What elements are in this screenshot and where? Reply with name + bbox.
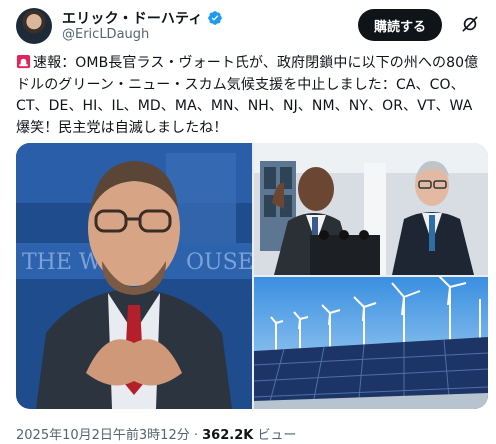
svg-text:OUSE: OUSE: [186, 250, 252, 275]
tweet-line-1: 速報：OMB長官ラス・ヴォート氏が、政府閉鎖中に以下の州への80億: [16, 53, 482, 75]
tweet-header: エリック・ドーハティ @EricLDaugh 購読する: [16, 8, 480, 48]
author-handle[interactable]: @EricLDaugh: [62, 27, 149, 42]
author-display-name[interactable]: エリック・ドーハティ: [62, 8, 203, 28]
subscribe-button[interactable]: 購読する: [358, 9, 442, 41]
media-photo-speaker[interactable]: THE WH OUSE: [16, 143, 252, 409]
media-photo-renewables[interactable]: [254, 277, 488, 409]
meta-separator: ·: [189, 428, 203, 443]
tweet-line-2: ドルのグリーン・ニュー・スカム気候支援を中止しました：CA、CO、: [16, 76, 465, 93]
verified-badge-icon: [207, 11, 222, 25]
views-label: ビュー: [253, 428, 297, 443]
tweet-line-3: CT、DE、HI、IL、MD、MA、MN、NH、NJ、NM、NY、OR、VT、W…: [16, 98, 473, 114]
author-name-row: エリック・ドーハティ: [62, 8, 223, 28]
rotating-light-icon: [16, 54, 31, 69]
media-grid: THE WH OUSE: [16, 143, 488, 409]
grok-icon[interactable]: [460, 14, 480, 34]
media-photo-press[interactable]: [254, 143, 488, 275]
tweet-line-4: 爆笑！民主党は自滅しましたね！: [16, 119, 228, 136]
tweet-meta: 2025年10月2日午前3時12分 · 362.2K ビュー: [16, 424, 296, 443]
tweet-timestamp[interactable]: 2025年10月2日午前3時12分: [16, 428, 190, 443]
views-count: 362.2K: [202, 428, 254, 443]
tweet-text: 速報：OMB長官ラス・ヴォート氏が、政府閉鎖中に以下の州への80億 ドルのグリー…: [16, 53, 482, 139]
author-avatar[interactable]: [16, 8, 52, 44]
